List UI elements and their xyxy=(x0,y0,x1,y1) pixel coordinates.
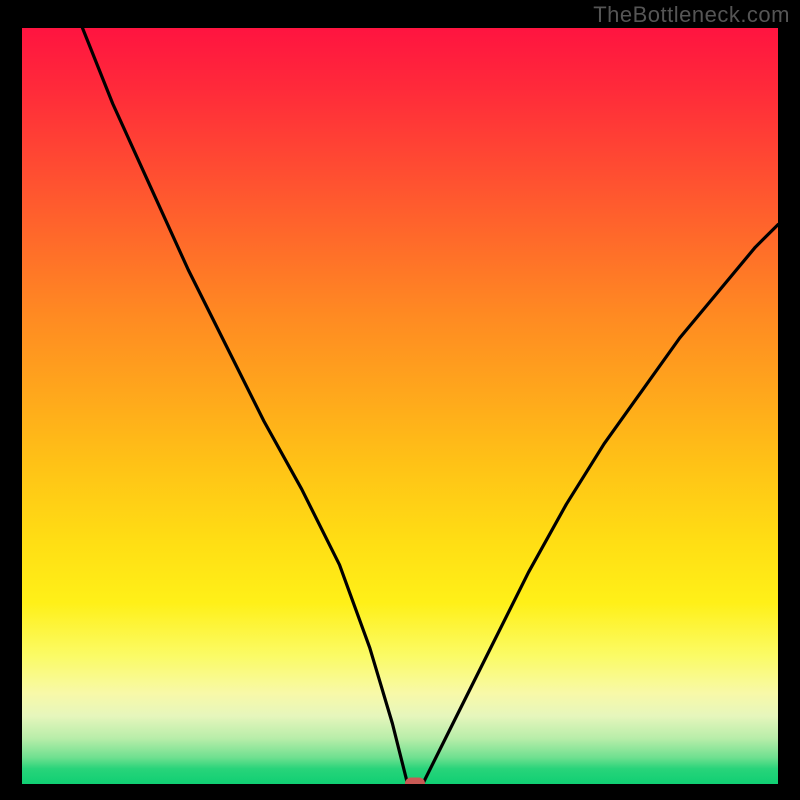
chart-frame: TheBottleneck.com xyxy=(0,0,800,800)
bottleneck-curve xyxy=(83,28,779,784)
optimal-marker xyxy=(405,778,425,785)
watermark-text: TheBottleneck.com xyxy=(593,2,790,28)
plot-area xyxy=(22,28,778,784)
curve-svg xyxy=(22,28,778,784)
